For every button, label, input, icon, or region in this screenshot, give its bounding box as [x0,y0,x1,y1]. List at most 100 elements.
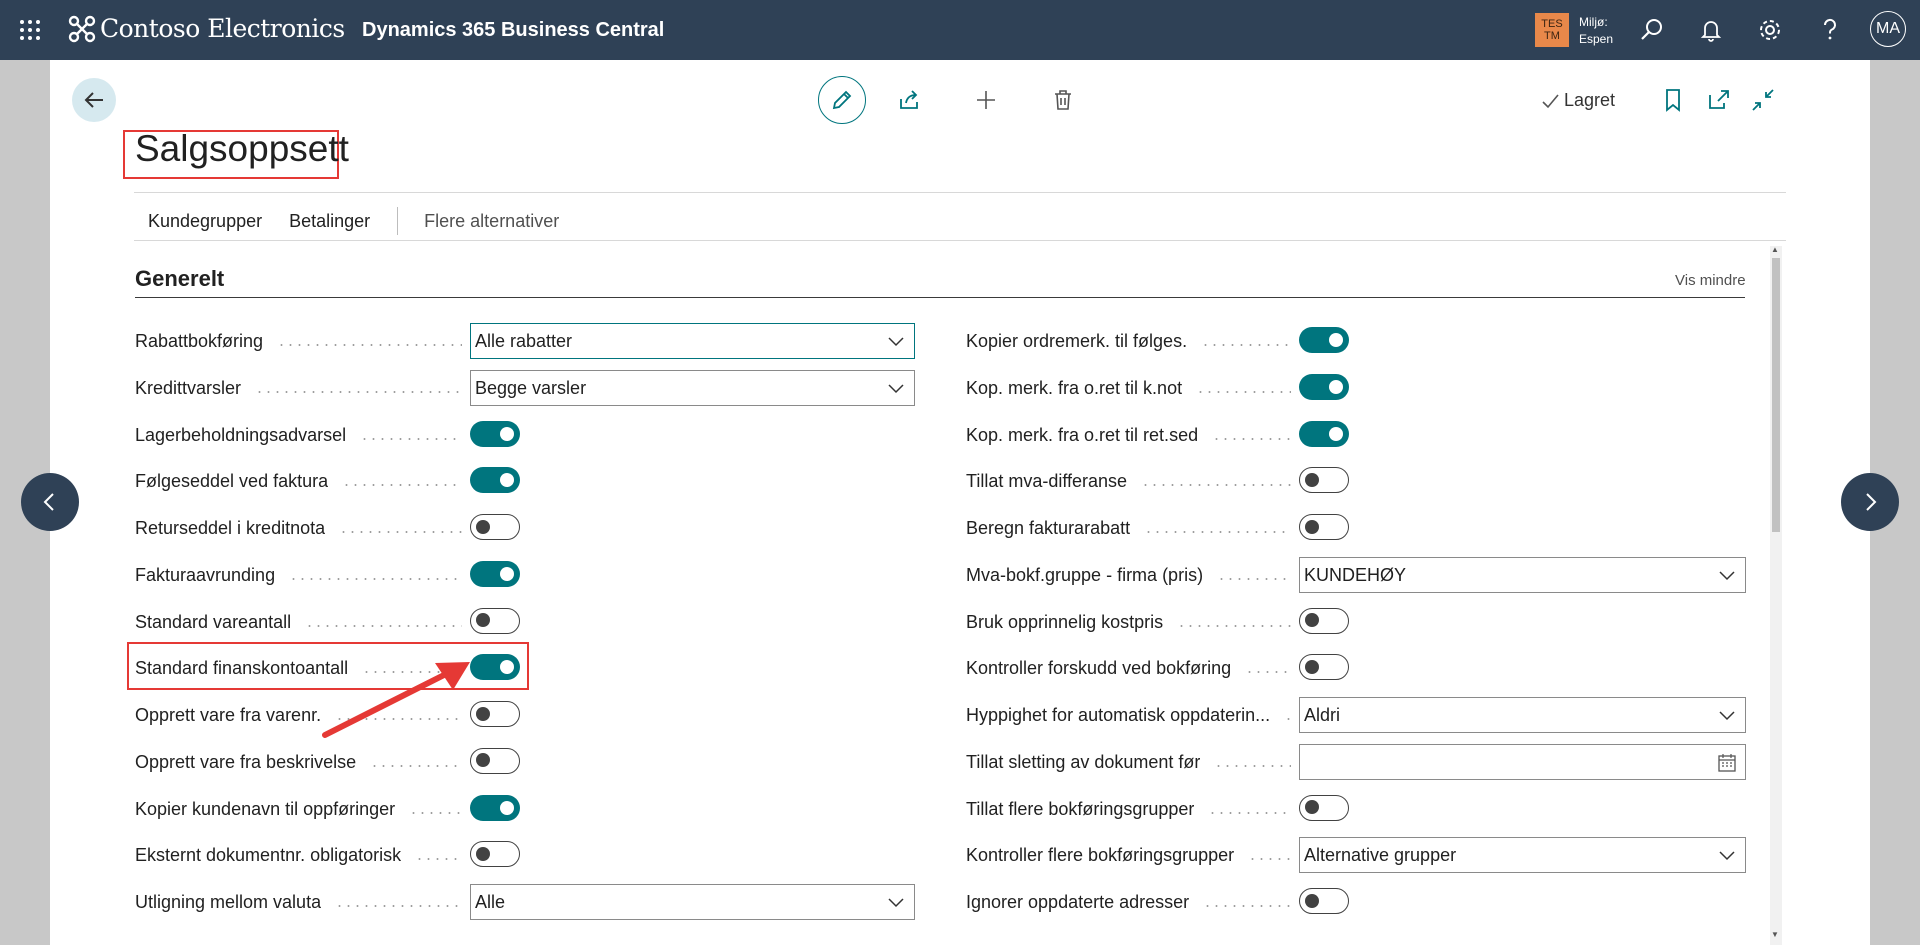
toggle-knob [476,846,490,861]
label-leader-dots [1203,905,1291,907]
toggle-knob [1329,333,1343,347]
dropdown-select[interactable]: Begge varsler [470,369,915,406]
field-label: Hyppighet for automatisk oppdaterin... [966,705,1271,725]
field-label: Tillat mva-differanse [966,471,1128,492]
app-launcher-icon[interactable] [18,18,42,42]
calendar-icon[interactable] [1717,753,1737,773]
label-leader-dots [1217,577,1291,580]
toggle-knob [1305,519,1319,534]
chevron-down-icon[interactable] [888,896,904,908]
field-row: Ignorer oppdaterte adresser [966,884,1746,920]
toggle-switch[interactable] [470,420,520,447]
page-actions [818,76,1077,124]
scrollbar-thumb[interactable] [1772,258,1780,532]
plus-icon [977,91,995,109]
chevron-down-icon[interactable] [888,382,904,394]
field-label: Opprett vare fra varenr. [135,705,322,725]
field-row: Tillat flere bokføringsgrupper [966,791,1746,827]
search-icon[interactable] [1638,16,1666,44]
toggle-switch[interactable] [1299,654,1349,681]
field-row: Opprett vare fra beskrivelse [135,744,915,780]
toggle-knob [476,519,490,534]
field-row: Bruk opprinnelig kostpris [966,604,1746,640]
toggle-knob [1329,379,1343,394]
toggle-switch[interactable] [1299,373,1349,400]
toggle-knob [500,473,514,488]
action-betalinger[interactable]: Betalinger [289,211,370,232]
chevron-down-icon[interactable] [1719,849,1735,861]
environment-badge[interactable]: TES TM [1535,13,1569,47]
dropdown-select[interactable]: Alle [470,884,915,920]
field-row: Kredittvarsler Begge varsler [135,369,915,406]
field-row: Hyppighet for automatisk oppdaterin... Al… [966,697,1746,733]
field-row: Kop. merk. fra o.ret til k.not [966,370,1746,406]
date-input[interactable] [1299,743,1746,780]
dropdown-select[interactable]: Aldri [1299,697,1746,733]
scroll-down-arrow-icon[interactable]: ▼ [1771,930,1779,939]
toggle-switch[interactable] [470,514,520,540]
toggle-switch[interactable] [470,560,520,587]
label-leader-dots [339,531,462,533]
label-leader-dots [1177,624,1291,627]
toggle-switch[interactable] [1299,327,1349,353]
toggle-knob [500,426,514,441]
dropdown-select[interactable]: KUNDEHØY [1299,556,1746,593]
field-label: Kontroller flere bokføringsgrupper [966,845,1235,866]
env-name: Espen [1579,32,1614,46]
company-logo[interactable]: Contoso Electronics [68,14,345,43]
toggle-switch[interactable] [1299,467,1349,494]
trash-icon [1055,90,1071,110]
company-name: Contoso Electronics [100,14,345,43]
toggle-switch[interactable] [470,841,520,868]
toggle-knob [500,566,514,581]
show-less-link[interactable]: Vis mindre [1675,272,1746,289]
toggle-switch[interactable] [470,467,520,494]
label-leader-dots [277,344,462,346]
label-leader-dots [1144,531,1291,533]
label-leader-dots [1201,344,1291,346]
field-label: Tillat flere bokføringsgrupper [966,798,1195,819]
dropdown-select[interactable]: Alle rabatter [470,323,915,359]
field-label: Følgeseddel ved faktura [135,471,329,492]
chevron-left-icon [43,493,54,511]
dropdown-select[interactable]: Alternative grupper [1299,837,1746,874]
field-row: Opprett vare fra varenr. [135,697,915,733]
next-record-button[interactable] [1841,473,1899,531]
help-icon[interactable] [1816,16,1844,44]
toggle-switch[interactable] [470,794,520,821]
toggle-switch[interactable] [1299,607,1349,634]
share-button[interactable] [895,86,923,114]
gear-icon[interactable] [1756,16,1784,44]
toggle-switch[interactable] [1299,888,1349,914]
new-button[interactable] [972,86,1000,114]
scroll-up-arrow-icon[interactable]: ▲ [1771,245,1779,254]
bell-icon[interactable] [1697,16,1725,44]
toggle-switch[interactable] [1299,420,1349,447]
more-options-button[interactable]: Flere alternativer [424,211,559,232]
field-row: Tillat mva-differanse [966,463,1746,499]
toggle-switch[interactable] [1299,794,1349,821]
back-button[interactable] [72,78,116,122]
share-icon [900,90,918,109]
bookmark-icon[interactable] [1660,87,1686,113]
open-new-window-icon[interactable] [1706,87,1732,113]
toggle-switch[interactable] [470,607,520,634]
action-separator [397,207,399,235]
toggle-switch[interactable] [1299,514,1349,540]
field-value: Begge varsler [475,377,587,398]
edit-button[interactable] [818,76,866,124]
contoso-logo-icon [68,15,96,42]
section-title[interactable]: Generelt [135,266,224,292]
toggle-switch[interactable] [470,747,520,774]
chevron-down-icon[interactable] [888,335,904,347]
action-kundegrupper[interactable]: Kundegrupper [148,211,262,232]
collapse-icon[interactable] [1750,87,1776,113]
user-avatar[interactable]: MA [1870,11,1906,47]
field-row: Mva-bokf.gruppe - firma (pris) KUNDEHØY [966,556,1746,593]
label-leader-dots [1208,811,1291,814]
chevron-down-icon[interactable] [1719,569,1735,581]
field-row: Returseddel i kreditnota [135,510,915,546]
delete-button[interactable] [1049,86,1077,114]
previous-record-button[interactable] [21,473,79,531]
chevron-down-icon[interactable] [1719,709,1735,721]
